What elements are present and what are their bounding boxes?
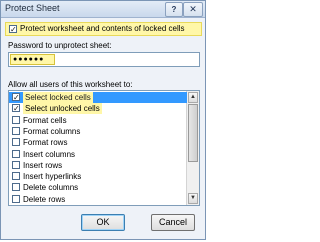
list-item[interactable]: Insert columns: [9, 149, 187, 160]
permission-label: Delete rows: [23, 194, 66, 204]
permission-label: Insert rows: [23, 160, 63, 170]
check-icon: ✓: [10, 25, 17, 34]
protect-sheet-dialog: Protect Sheet ? ✕ ✓ Protect worksheet an…: [0, 0, 206, 240]
scroll-down-arrow-icon[interactable]: ▼: [188, 193, 198, 204]
password-field[interactable]: ●●●●●●: [8, 52, 200, 67]
ok-button[interactable]: OK: [81, 214, 125, 231]
permission-label: Format rows: [23, 138, 68, 148]
password-label: Password to unprotect sheet:: [8, 41, 112, 50]
dialog-title: Protect Sheet: [5, 3, 60, 13]
permission-label: Select unlocked cells: [23, 103, 102, 115]
password-value: ●●●●●●: [10, 54, 55, 65]
list-item[interactable]: Format rows: [9, 137, 187, 148]
allow-label: Allow all users of this worksheet to:: [8, 80, 133, 89]
check-icon: ✓: [13, 93, 20, 102]
permission-checkbox[interactable]: [12, 160, 20, 169]
permission-checkbox[interactable]: [12, 172, 20, 181]
list-item[interactable]: Insert rows: [9, 160, 187, 171]
permission-label: Delete columns: [23, 183, 79, 193]
help-button[interactable]: ?: [165, 2, 183, 17]
list-item[interactable]: ✓ Select locked cells: [9, 92, 187, 103]
permission-checkbox[interactable]: ✓: [12, 104, 20, 114]
list-item[interactable]: Insert hyperlinks: [9, 171, 187, 182]
protect-label[interactable]: Protect worksheet and contents of locked…: [20, 24, 185, 33]
list-item[interactable]: Delete rows: [9, 194, 187, 205]
list-scrollbar[interactable]: ▲ ▼: [186, 91, 199, 205]
scroll-up-arrow-icon[interactable]: ▲: [188, 92, 198, 103]
list-item[interactable]: Delete columns: [9, 182, 187, 193]
permission-label: Select locked cells: [23, 92, 93, 103]
scroll-thumb[interactable]: [188, 104, 198, 162]
permission-label: Insert columns: [23, 149, 76, 159]
permission-checkbox[interactable]: [12, 138, 20, 147]
check-icon: ✓: [13, 104, 20, 114]
protect-checkbox[interactable]: ✓: [9, 25, 17, 34]
permission-checkbox[interactable]: ✓: [12, 93, 20, 102]
permission-checkbox[interactable]: [12, 126, 20, 135]
permission-label: Format columns: [23, 126, 81, 136]
permission-checkbox[interactable]: [12, 149, 20, 158]
list-item[interactable]: ✓ Select unlocked cells: [9, 103, 187, 115]
list-item[interactable]: Format columns: [9, 126, 187, 137]
cancel-button[interactable]: Cancel: [151, 214, 195, 231]
permissions-list[interactable]: ▲ ▼ ✓ Select locked cells ✓ Select unlocked…: [8, 90, 200, 206]
permission-label: Format cells: [23, 115, 67, 125]
close-button[interactable]: ✕: [183, 2, 203, 17]
permission-checkbox[interactable]: [12, 194, 20, 203]
list-item[interactable]: Format cells: [9, 115, 187, 126]
permission-checkbox[interactable]: [12, 115, 20, 124]
permission-label: Insert hyperlinks: [23, 172, 82, 182]
title-bar: Protect Sheet ? ✕: [1, 1, 205, 18]
permission-checkbox[interactable]: [12, 183, 20, 192]
